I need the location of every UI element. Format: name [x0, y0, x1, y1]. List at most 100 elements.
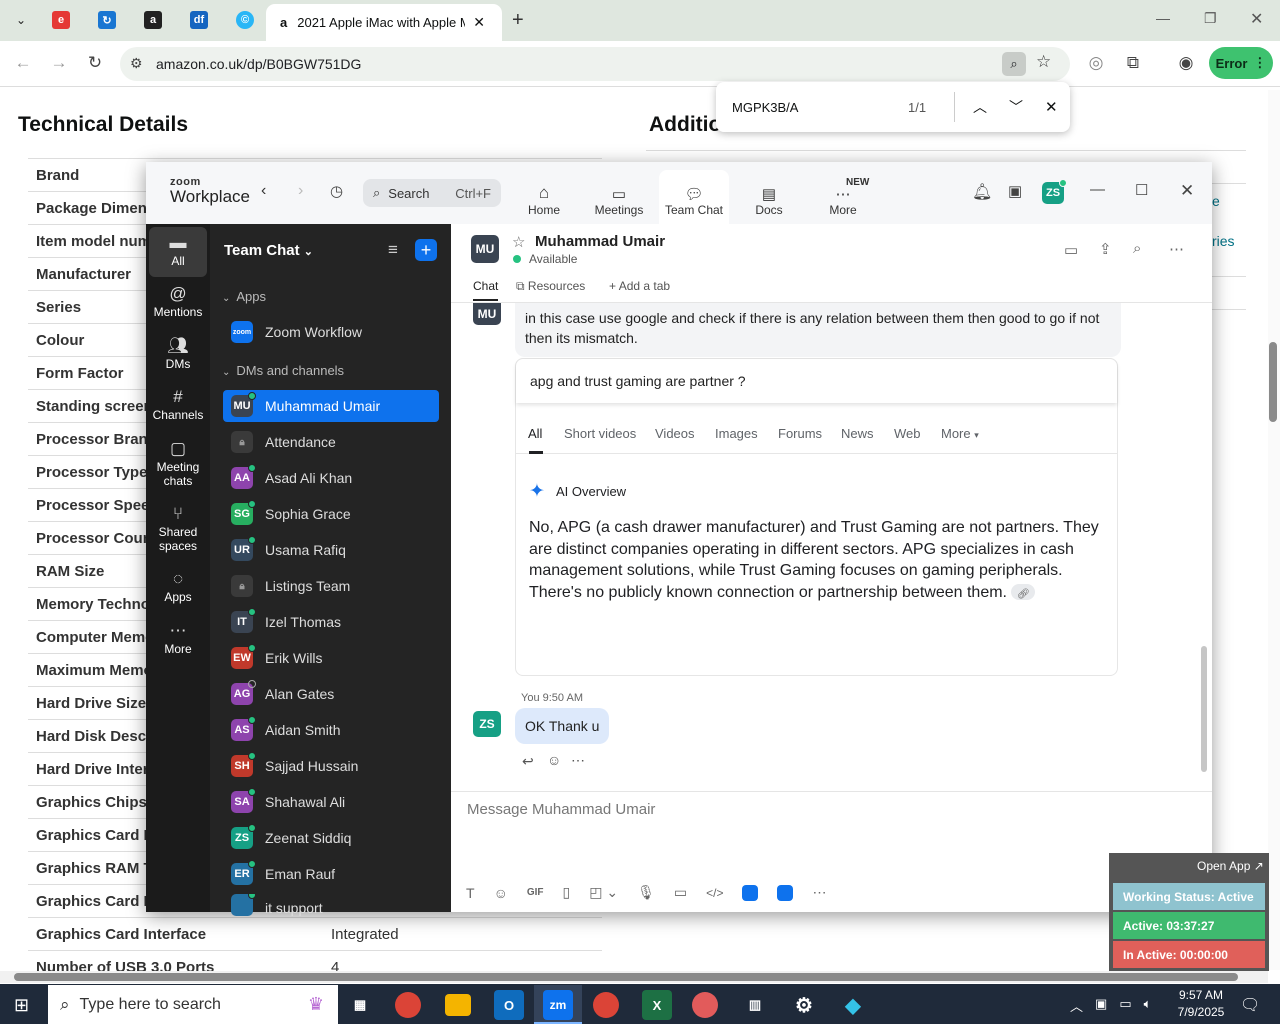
contact-item[interactable]: AA Asad Ali Khan	[223, 462, 439, 494]
video-message-icon[interactable]: ▭	[674, 884, 687, 901]
new-tab-icon[interactable]: +	[512, 9, 524, 32]
taskbar-search[interactable]: ⌕ Type here to search ♛	[48, 985, 338, 1024]
contact-item[interactable]: 🔒︎ Listings Team	[223, 570, 439, 602]
favorite-star-icon[interactable]: ☆	[512, 233, 525, 251]
sender-avatar[interactable]: MU	[473, 303, 501, 325]
app-diamond-icon[interactable]: ◆	[838, 990, 868, 1020]
gif-icon[interactable]: GIF	[527, 887, 544, 898]
horizontal-scroll-thumb[interactable]	[14, 973, 1238, 981]
rail-mentions[interactable]: @ Mentions	[149, 285, 207, 319]
calendar-icon[interactable]: ▣	[1008, 182, 1022, 200]
contact-item[interactable]: UR Usama Rafiq	[223, 534, 439, 566]
screenshot-icon[interactable]: ◰ ⌄	[589, 884, 618, 901]
network-icon[interactable]: ▭	[1119, 996, 1131, 1015]
tab-favicon-2[interactable]: ↻	[90, 6, 124, 34]
right-snippet-2[interactable]: ries	[1212, 233, 1235, 249]
outlook-icon[interactable]: O	[494, 990, 524, 1020]
chrome-icon[interactable]	[395, 992, 421, 1018]
contact-item[interactable]: IT Izel Thomas	[223, 606, 439, 638]
task-view-icon[interactable]: ▦	[345, 990, 375, 1020]
nav-meetings[interactable]: ▭ Meetings	[584, 170, 654, 224]
rail-dms[interactable]: 👥︎ DMs	[149, 337, 207, 371]
composer-more-icon[interactable]: ⋯	[812, 884, 826, 901]
forward-icon[interactable]: →	[46, 50, 72, 76]
contact-item[interactable]: EW Erik Wills	[223, 642, 439, 674]
page-scrollbar[interactable]	[1268, 90, 1280, 970]
zoom-minimize-icon[interactable]: —	[1090, 181, 1105, 198]
rail-apps[interactable]: ◌ Apps	[149, 570, 207, 604]
app-a-icon[interactable]	[742, 884, 759, 901]
bookmark-star-icon[interactable]: ☆	[1036, 52, 1051, 72]
translate-icon[interactable]: ◎	[1083, 50, 1109, 76]
app-zoom-workflow[interactable]: zoom Zoom Workflow	[223, 316, 439, 348]
site-info-icon[interactable]: ⚙	[130, 55, 143, 72]
profile-icon[interactable]: ◉	[1173, 50, 1199, 76]
settings-gear-icon[interactable]: ⚙	[789, 990, 819, 1020]
share-screen-icon[interactable]: ⇪	[1099, 240, 1112, 258]
contact-item[interactable]: 🔒︎ Attendance	[223, 426, 439, 458]
tab-favicon-1[interactable]: e	[44, 6, 78, 34]
find-next-icon[interactable]: ﹀	[1009, 97, 1023, 117]
history-icon[interactable]: ◷	[330, 182, 343, 200]
tab-resources[interactable]: ⧉ Resources	[516, 279, 585, 294]
restore-icon[interactable]: ❐	[1204, 10, 1217, 27]
tray-app-icon[interactable]: ▣	[1095, 996, 1107, 1015]
tab-favicon-3[interactable]: a	[136, 6, 170, 34]
file-explorer-icon[interactable]	[445, 994, 471, 1016]
clock[interactable]: 9:57 AM 7/9/2025	[1166, 987, 1236, 1021]
page-scroll-thumb[interactable]	[1269, 342, 1277, 422]
nav-team-chat[interactable]: 💬︎ Team Chat	[659, 170, 729, 224]
app-chart-icon[interactable]: ▥	[740, 990, 770, 1020]
rail-channels[interactable]: # Channels	[149, 388, 207, 422]
contact-item[interactable]: SA Shahawal Ali	[223, 786, 439, 818]
apps-section-header[interactable]: ⌄ Apps	[222, 289, 266, 304]
emoji-react-icon[interactable]: ☺	[547, 752, 561, 768]
rail-meeting-chats[interactable]: ▢ Meeting chats	[149, 440, 207, 488]
reload-icon[interactable]: ↻	[82, 50, 108, 76]
tab-favicon-4[interactable]: df	[182, 6, 216, 34]
user-avatar[interactable]: ZS	[1042, 179, 1067, 204]
profile-error-button[interactable]: Error ⋮	[1209, 47, 1273, 79]
tab-search-dropdown[interactable]: ⌄	[4, 6, 38, 34]
contact-item[interactable]: ER Eman Rauf	[223, 858, 439, 890]
address-bar[interactable]: ⚙ amazon.co.uk/dp/B0BGW751DG ⌕ ☆	[120, 47, 1070, 81]
tab-favicon-5[interactable]: ©	[228, 6, 262, 34]
chat-search-icon[interactable]: ⌕	[1133, 240, 1141, 257]
find-previous-icon[interactable]: ︿	[973, 97, 987, 117]
right-snippet-1[interactable]: e	[1212, 193, 1220, 209]
chat-more-icon[interactable]: ⋯	[1169, 240, 1184, 258]
extensions-icon[interactable]: ⧉	[1120, 50, 1146, 76]
zoom-close-icon[interactable]: ✕	[1180, 181, 1194, 201]
forward-nav-icon[interactable]: ›	[298, 182, 303, 200]
new-chat-plus-icon[interactable]: +	[415, 239, 437, 261]
contact-item[interactable]: SG Sophia Grace	[223, 498, 439, 530]
close-window-icon[interactable]: ✕	[1250, 9, 1263, 29]
minimize-icon[interactable]: —	[1156, 10, 1170, 26]
contact-item[interactable]: MU Muhammad Umair	[223, 390, 439, 422]
reply-icon[interactable]: ↩	[522, 753, 534, 770]
bell-icon[interactable]: 🔔︎	[972, 182, 992, 202]
excel-icon[interactable]: X	[642, 990, 672, 1020]
contact-item[interactable]: AS Aidan Smith	[223, 714, 439, 746]
zoom-taskbar-icon[interactable]: zm	[543, 990, 573, 1020]
back-nav-icon[interactable]: ‹	[261, 182, 266, 200]
zoom-maximize-icon[interactable]: ☐	[1135, 181, 1148, 199]
zoom-search-box[interactable]: ⌕ Search Ctrl+F	[363, 179, 501, 207]
app-b-icon[interactable]	[777, 884, 794, 901]
active-tab[interactable]: a 2021 Apple iMac with Apple M ✕	[266, 4, 502, 41]
file-icon[interactable]: ▯	[563, 884, 571, 901]
chrome-profile-icon[interactable]	[593, 992, 619, 1018]
text-format-icon[interactable]: T	[466, 885, 475, 901]
message-input[interactable]: Message Muhammad Umair	[467, 801, 655, 818]
chat-scroll-thumb[interactable]	[1201, 646, 1207, 772]
find-close-icon[interactable]: ✕	[1045, 98, 1058, 116]
horizontal-scrollbar[interactable]	[0, 971, 1268, 983]
volume-icon[interactable]: 🔈︎	[1144, 996, 1152, 1015]
tab-chat[interactable]: Chat	[473, 279, 499, 301]
windows-start-icon[interactable]: ⊞	[14, 995, 29, 1016]
rail-more[interactable]: ⋯ More	[149, 622, 207, 656]
app-red-icon[interactable]	[692, 992, 718, 1018]
contact-avatar[interactable]: MU	[471, 235, 499, 263]
contact-item[interactable]: ZS Zeenat Siddiq	[223, 822, 439, 854]
nav-home[interactable]: ⌂ Home	[509, 170, 579, 224]
